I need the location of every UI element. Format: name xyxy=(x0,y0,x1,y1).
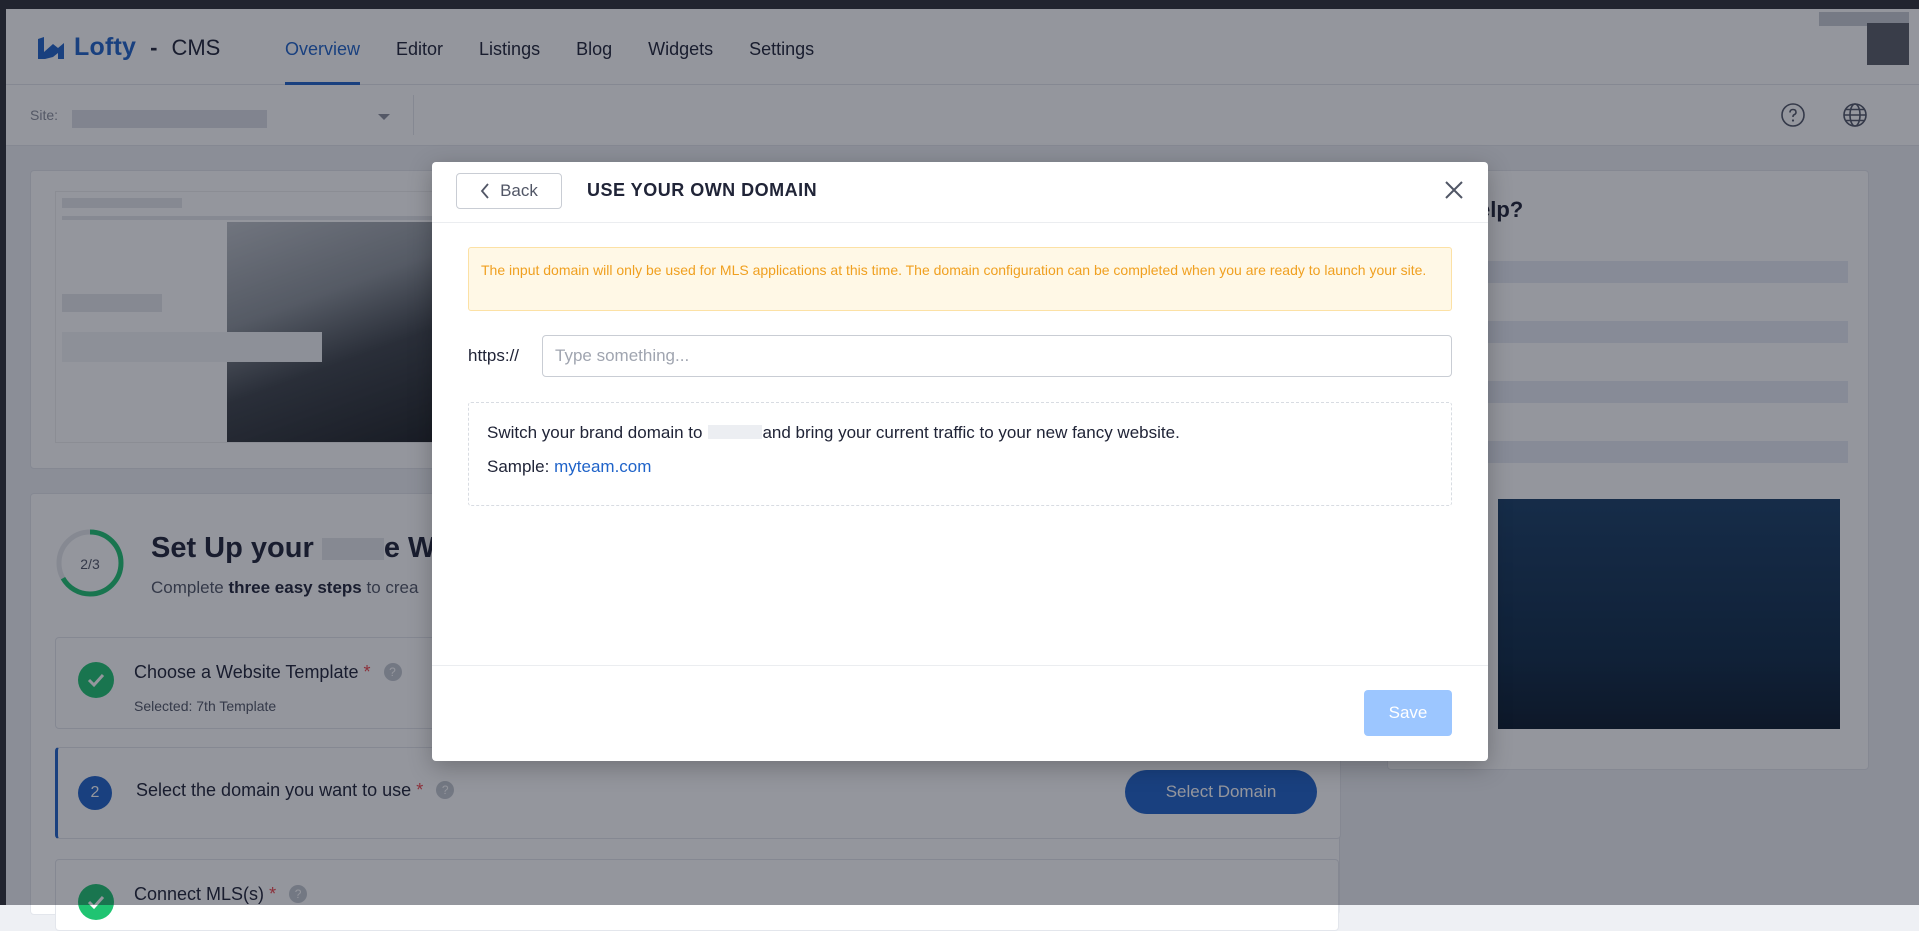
dialog-header: Back USE YOUR OWN DOMAIN xyxy=(432,162,1488,223)
protocol-label: https:// xyxy=(468,346,520,365)
dialog-footer-divider xyxy=(432,665,1488,666)
use-own-domain-dialog: Back USE YOUR OWN DOMAIN The input domai… xyxy=(432,162,1488,761)
domain-info-box: Switch your brand domain to and bring you… xyxy=(468,402,1452,506)
redacted-text xyxy=(708,425,763,439)
dialog-title: USE YOUR OWN DOMAIN xyxy=(587,180,818,200)
sample-line: Sample: myteam.com xyxy=(487,457,651,477)
domain-input[interactable] xyxy=(542,335,1452,377)
info-prefix: Switch your brand domain to xyxy=(487,423,703,442)
back-button[interactable]: Back xyxy=(456,173,562,209)
sample-link[interactable]: myteam.com xyxy=(554,457,651,476)
sample-label: Sample: xyxy=(487,457,550,476)
close-icon[interactable] xyxy=(1442,178,1466,202)
chevron-left-icon xyxy=(480,183,489,199)
back-label: Back xyxy=(500,181,538,200)
info-text: Switch your brand domain to and bring you… xyxy=(487,423,1180,443)
domain-notice: The input domain will only be used for M… xyxy=(468,247,1452,311)
info-suffix: and bring your current traffic to your n… xyxy=(762,423,1180,442)
save-button[interactable]: Save xyxy=(1364,690,1452,736)
